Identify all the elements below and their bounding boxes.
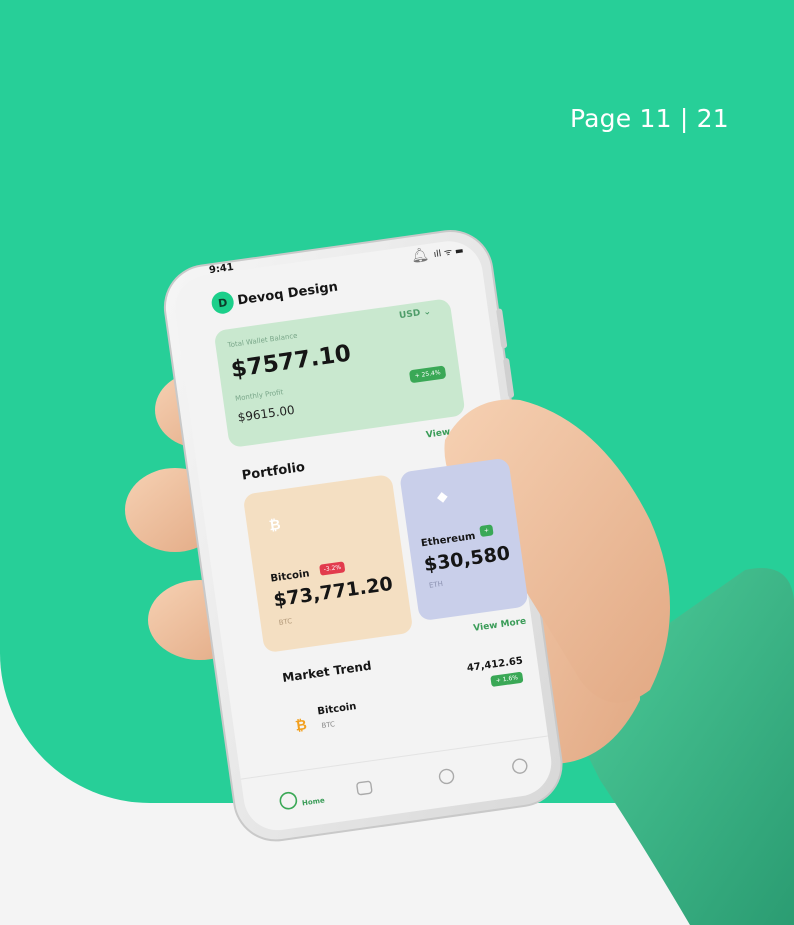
market-item-change-badge: + 1.6%: [490, 671, 524, 687]
bitcoin-icon: ₿: [268, 516, 282, 535]
status-time: 9:41: [208, 261, 235, 277]
view-link[interactable]: View: [425, 427, 450, 440]
ethereum-change-badge: +: [479, 524, 494, 538]
view-more-link[interactable]: View More: [473, 617, 527, 634]
brand-name: Devoq Design: [236, 279, 339, 309]
portfolio-title: Portfolio: [240, 459, 306, 484]
market-trend-title: Market Trend: [281, 658, 373, 685]
bitcoin-market-icon: ₿: [294, 717, 308, 735]
market-item-name: Bitcoin: [316, 701, 358, 718]
market-item-ticker: BTC: [320, 720, 336, 731]
ethereum-icon: ◆: [435, 488, 449, 506]
market-item-value: 47,412.65: [466, 655, 524, 675]
brand-logo-icon: D: [210, 290, 236, 316]
bell-icon[interactable]: 🔔︎: [410, 247, 430, 267]
